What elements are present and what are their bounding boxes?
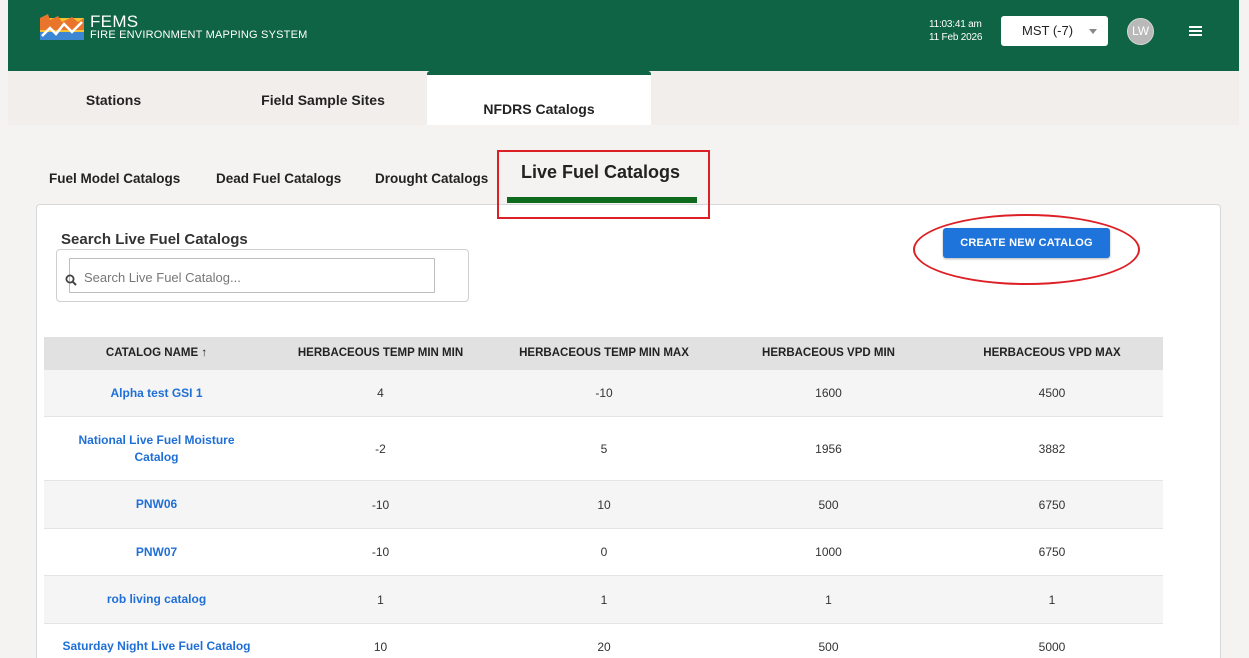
annotation-highlight-circle	[913, 214, 1140, 285]
search-container: Search Live Fuel Catalog...	[56, 249, 469, 302]
catalog-name-link[interactable]: National Live Fuel Moisture Catalog	[44, 417, 269, 480]
catalog-table: CATALOG NAME ↑ HERBACEOUS TEMP MIN MIN H…	[44, 337, 1163, 658]
clock: 11:03:41 am 11 Feb 2026	[929, 18, 982, 44]
table-cell: 6750	[1038, 545, 1066, 559]
table-header: CATALOG NAME ↑ HERBACEOUS TEMP MIN MIN H…	[44, 337, 1163, 370]
table-cell: 1	[1048, 592, 1056, 607]
table-row: Saturday Night Live Fuel Catalog 10 20 5…	[44, 624, 1163, 658]
table-cell: 4500	[1038, 386, 1066, 400]
table-cell: -10	[371, 545, 390, 559]
table-cell: 1000	[815, 545, 842, 559]
table-cell: -10	[371, 497, 390, 512]
catalog-name-link[interactable]: rob living catalog	[44, 576, 269, 623]
column-herbaceous-temp-min-min[interactable]: HERBACEOUS TEMP MIN MIN	[269, 337, 492, 370]
table-cell: 10	[373, 639, 388, 654]
tab-field-sample-sites[interactable]: Field Sample Sites	[219, 71, 427, 125]
table-row: PNW06 -10 10 500 6750	[44, 481, 1163, 529]
subtab-drought-catalogs[interactable]: Drought Catalogs	[375, 171, 488, 186]
top-nav-tabs: Stations Field Sample Sites NFDRS Catalo…	[8, 71, 1239, 125]
catalog-name-link[interactable]: PNW07	[44, 529, 269, 575]
table-cell: 5000	[1038, 639, 1066, 654]
app-name: FEMS	[90, 12, 139, 31]
subtab-dead-fuel-catalogs[interactable]: Dead Fuel Catalogs	[216, 171, 341, 186]
app-subtitle: FIRE ENVIRONMENT MAPPING SYSTEM	[90, 29, 308, 41]
tab-stations[interactable]: Stations	[8, 71, 219, 125]
search-icon	[65, 274, 77, 286]
table-row: Alpha test GSI 1 4 -10 1600 4500	[44, 370, 1163, 417]
table-cell: 10	[597, 497, 611, 512]
table-cell: 3882	[1038, 441, 1066, 456]
table-row: National Live Fuel Moisture Catalog -2 5…	[44, 417, 1163, 481]
table-cell: 1600	[815, 386, 842, 400]
table-row: rob living catalog 1 1 1 1	[44, 576, 1163, 624]
subtab-fuel-model-catalogs[interactable]: Fuel Model Catalogs	[49, 171, 180, 186]
table-cell: 4	[377, 386, 384, 400]
catalog-name-link[interactable]: Saturday Night Live Fuel Catalog	[44, 624, 269, 658]
catalog-name-link[interactable]: Alpha test GSI 1	[44, 370, 269, 416]
table-cell: 1	[825, 592, 832, 607]
table-cell: 0	[600, 545, 608, 559]
clock-date: 11 Feb 2026	[929, 32, 983, 43]
table-cell: 1	[600, 592, 608, 607]
timezone-value: MST (-7)	[1022, 23, 1074, 38]
catalog-name-link[interactable]: PNW06	[44, 481, 269, 528]
table-cell: 500	[818, 639, 839, 654]
annotation-highlight-box	[497, 150, 710, 219]
table-cell: 20	[597, 639, 611, 654]
table-row: PNW07 -10 0 1000 6750	[44, 529, 1163, 576]
table-cell: 500	[818, 497, 839, 512]
table-cell: 6750	[1038, 497, 1066, 512]
column-herbaceous-temp-min-max[interactable]: HERBACEOUS TEMP MIN MAX	[492, 337, 716, 370]
table-cell: -2	[375, 441, 386, 456]
timezone-select[interactable]: MST (-7)	[1001, 16, 1108, 46]
search-title: Search Live Fuel Catalogs	[61, 231, 248, 248]
app-header: FEMS FIRE ENVIRONMENT MAPPING SYSTEM 11:…	[8, 0, 1239, 71]
fems-logo-icon	[40, 14, 84, 40]
clock-time: 11:03:41 am	[929, 19, 982, 30]
hamburger-menu-icon[interactable]	[1189, 26, 1202, 36]
tab-nfdrs-catalogs[interactable]: NFDRS Catalogs	[427, 71, 651, 125]
avatar[interactable]: LW	[1127, 18, 1154, 45]
table-cell: -10	[595, 386, 613, 400]
search-placeholder: Search Live Fuel Catalog...	[84, 270, 241, 285]
column-herbaceous-vpd-min[interactable]: HERBACEOUS VPD MIN	[716, 337, 941, 370]
caret-down-icon	[1089, 29, 1097, 34]
column-herbaceous-vpd-max[interactable]: HERBACEOUS VPD MAX	[941, 337, 1163, 370]
table-cell: 5	[600, 441, 608, 456]
column-catalog-name[interactable]: CATALOG NAME ↑	[44, 337, 269, 370]
brand: FEMS FIRE ENVIRONMENT MAPPING SYSTEM	[90, 12, 308, 42]
table-cell: 1956	[815, 441, 842, 456]
table-cell: 1	[377, 592, 384, 607]
